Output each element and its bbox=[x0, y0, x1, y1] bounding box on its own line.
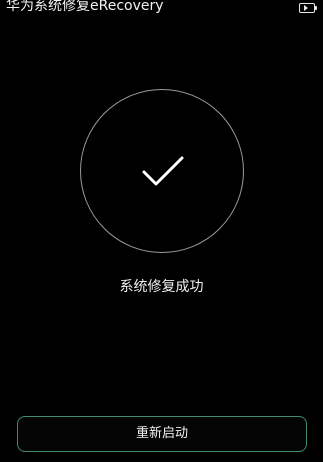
charging-bolt bbox=[304, 5, 308, 11]
repair-success-message: 系统修复成功 bbox=[119, 279, 204, 295]
battery-charging-icon bbox=[299, 3, 317, 13]
app-title: 华为系统修复eRecovery bbox=[6, 0, 164, 14]
reboot-button[interactable]: 重新启动 bbox=[17, 416, 307, 452]
checkmark-icon bbox=[142, 156, 184, 186]
success-ring bbox=[80, 89, 244, 253]
